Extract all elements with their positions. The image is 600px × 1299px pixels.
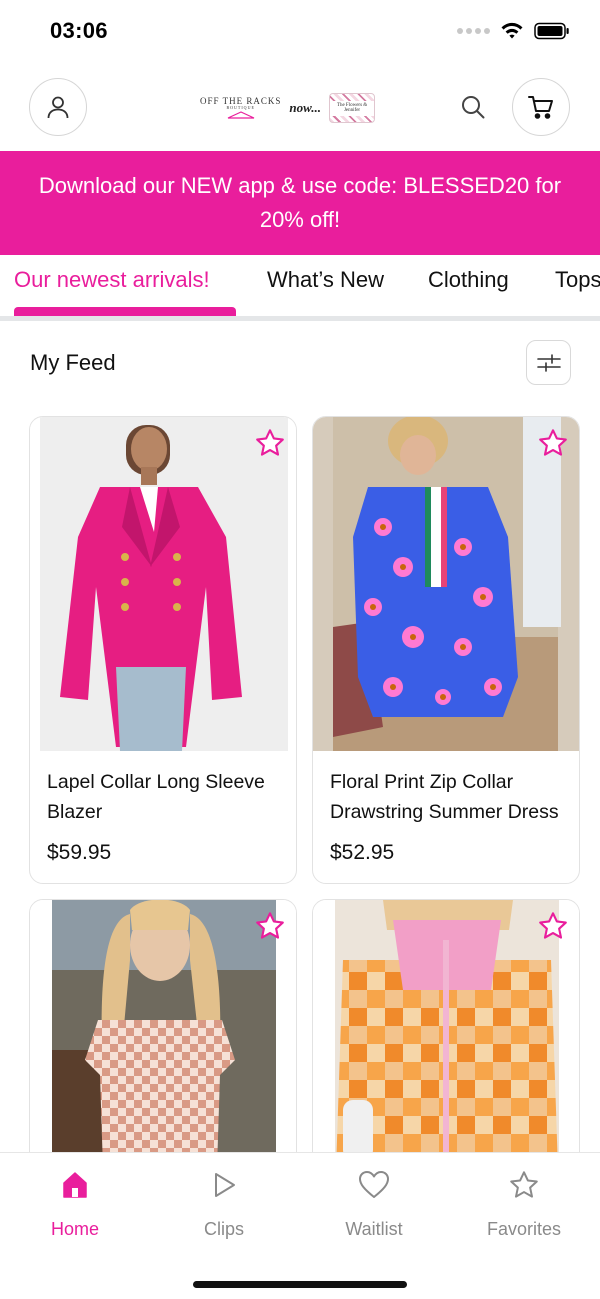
star-outline-icon	[256, 429, 284, 456]
app-header: OFF THE RACKS BOUTIQUE now... The Flower…	[0, 78, 600, 140]
tab-newest-arrivals[interactable]: Our newest arrivals!	[14, 267, 210, 293]
feed-title: My Feed	[30, 350, 116, 375]
star-icon	[506, 1167, 542, 1203]
logo-badge-text: The Flowers & Jennifer	[330, 100, 375, 116]
product-card[interactable]: Lapel Collar Long Sleeve Blazer $59.95	[29, 416, 297, 884]
favorite-toggle[interactable]	[252, 425, 288, 461]
star-outline-icon	[256, 912, 284, 939]
nav-label: Favorites	[486, 1219, 562, 1239]
filter-button[interactable]	[526, 340, 571, 385]
heart-icon	[356, 1167, 392, 1203]
tab-clothing[interactable]: Clothing	[428, 267, 509, 293]
nav-clips[interactable]: Clips	[164, 1167, 284, 1240]
nav-home[interactable]: Home	[15, 1167, 135, 1240]
product-image[interactable]	[30, 417, 296, 751]
home-indicator	[193, 1281, 407, 1288]
nav-waitlist[interactable]: Waitlist	[314, 1167, 434, 1240]
profile-button[interactable]	[29, 78, 87, 136]
nav-favorites[interactable]: Favorites	[464, 1167, 584, 1240]
product-title[interactable]: Lapel Collar Long Sleeve Blazer	[47, 767, 287, 827]
product-price: $59.95	[47, 841, 112, 864]
promo-banner[interactable]: Download our NEW app & use code: BLESSED…	[0, 151, 600, 255]
status-bar: 03:06	[0, 0, 600, 66]
logo-wordmark: OFF THE RACKS BOUTIQUE	[200, 96, 281, 120]
star-outline-icon	[539, 912, 567, 939]
favorite-toggle[interactable]	[252, 908, 288, 944]
play-icon	[206, 1167, 242, 1203]
nav-label: Clips	[203, 1219, 244, 1239]
nav-label: Home	[50, 1219, 99, 1239]
status-icons	[457, 22, 570, 40]
user-icon	[47, 96, 69, 119]
product-image[interactable]	[313, 417, 579, 751]
category-tabs: Our newest arrivals! What’s New Clothing…	[0, 255, 600, 321]
tab-tops[interactable]: Tops	[555, 267, 600, 293]
cart-icon	[528, 96, 553, 119]
star-outline-icon	[539, 429, 567, 456]
brand-logo[interactable]: OFF THE RACKS BOUTIQUE now... The Flower…	[200, 90, 390, 126]
home-icon	[57, 1167, 93, 1203]
cellular-signal-icon	[457, 28, 490, 34]
logo-badge: The Flowers & Jennifer	[329, 93, 376, 123]
wifi-icon	[501, 22, 523, 39]
status-time: 03:06	[50, 18, 108, 43]
favorite-toggle[interactable]	[535, 908, 571, 944]
bottom-navigation: Home Clips Waitlist Favorites	[0, 1152, 600, 1299]
product-price: $52.95	[330, 841, 395, 864]
promo-text: Download our NEW app & use code: BLESSED…	[38, 173, 562, 232]
product-card[interactable]: Floral Print Zip Collar Drawstring Summe…	[312, 416, 580, 884]
nav-label: Waitlist	[345, 1219, 403, 1239]
tab-whats-new[interactable]: What’s New	[267, 267, 384, 293]
favorite-toggle[interactable]	[535, 425, 571, 461]
search-button[interactable]	[454, 88, 492, 126]
active-tab-indicator	[14, 307, 236, 316]
battery-icon	[534, 22, 569, 40]
cart-button[interactable]	[512, 78, 570, 136]
logo-now: now...	[289, 100, 322, 115]
hanger-icon	[227, 110, 254, 119]
search-icon	[462, 96, 485, 119]
product-title[interactable]: Floral Print Zip Collar Drawstring Summe…	[330, 767, 570, 827]
sliders-icon	[536, 353, 561, 372]
